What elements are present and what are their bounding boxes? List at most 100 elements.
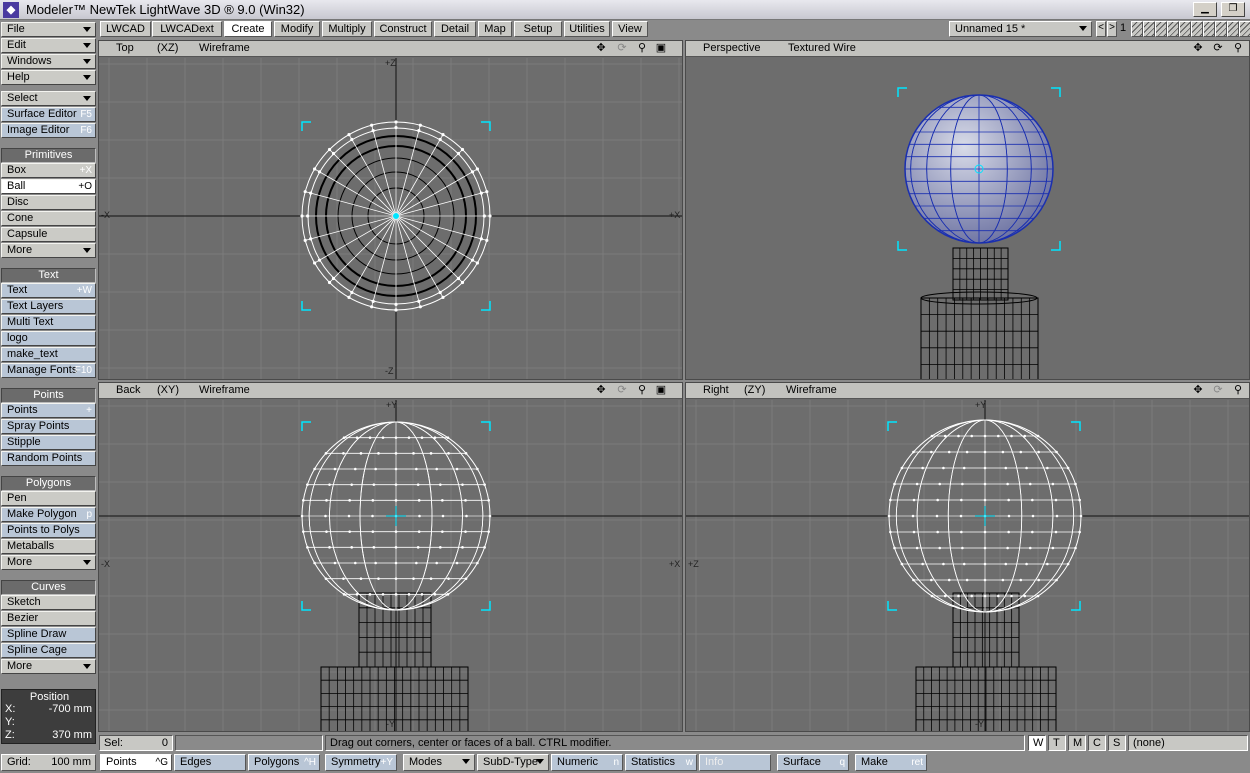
- box-button[interactable]: Box +X: [1, 163, 96, 178]
- view-type[interactable]: Top: [116, 42, 134, 55]
- menu-edit[interactable]: Edit: [1, 38, 96, 53]
- sketch-button[interactable]: Sketch: [1, 595, 96, 610]
- info-button[interactable]: Info: [699, 754, 771, 771]
- tab-view[interactable]: View: [612, 21, 648, 37]
- view-type[interactable]: Perspective: [703, 42, 760, 55]
- manage-fonts-button[interactable]: Manage Fonts F10: [1, 363, 96, 378]
- stipple-button[interactable]: Stipple: [1, 435, 96, 450]
- viewport-back[interactable]: Back (XY) Wireframe ✥ ⟳ ⚲ ▣ +Y -Y -X +X: [98, 382, 683, 732]
- points-button[interactable]: Points +: [1, 403, 96, 418]
- prev-layer-button[interactable]: <: [1096, 21, 1106, 37]
- mode-m-button[interactable]: M: [1068, 735, 1086, 751]
- viewport-perspective[interactable]: Perspective Textured Wire ✥ ⟳ ⚲: [685, 40, 1250, 380]
- edges-mode-button[interactable]: Edges: [174, 754, 246, 771]
- rotate-view-icon[interactable]: ⟳: [1211, 384, 1225, 397]
- maximize-view-icon[interactable]: ▣: [654, 42, 668, 55]
- rotate-view-icon[interactable]: ⟳: [1211, 42, 1225, 55]
- render-mode[interactable]: Textured Wire: [788, 42, 856, 55]
- view-type[interactable]: Back: [116, 384, 140, 397]
- points-mode-button[interactable]: Points ^G: [100, 754, 172, 771]
- view-axes[interactable]: (XY): [157, 384, 179, 397]
- move-view-icon[interactable]: ✥: [1191, 42, 1205, 55]
- mode-c-button[interactable]: C: [1088, 735, 1106, 751]
- logo-button[interactable]: logo: [1, 331, 96, 346]
- statistics-button[interactable]: Statistics w: [625, 754, 697, 771]
- spline-draw-button[interactable]: Spline Draw: [1, 627, 96, 642]
- view-type[interactable]: Right: [703, 384, 729, 397]
- layer-button[interactable]: [1167, 21, 1179, 37]
- tab-lwcadext[interactable]: LWCADext: [152, 21, 222, 37]
- layer-button[interactable]: [1191, 21, 1203, 37]
- layer-button[interactable]: [1179, 21, 1191, 37]
- rotate-view-icon[interactable]: ⟳: [615, 42, 629, 55]
- polygons-mode-button[interactable]: Polygons ^H: [248, 754, 320, 771]
- mode-s-button[interactable]: S: [1108, 735, 1126, 751]
- random-points-button[interactable]: Random Points: [1, 451, 96, 466]
- viewport-top[interactable]: Top (XZ) Wireframe ✥ ⟳ ⚲ ▣ +Z -Z -X +X: [98, 40, 683, 380]
- disc-button[interactable]: Disc: [1, 195, 96, 210]
- select-menu[interactable]: Select: [1, 91, 96, 106]
- zoom-view-icon[interactable]: ⚲: [1231, 384, 1245, 397]
- render-mode[interactable]: Wireframe: [199, 42, 250, 55]
- move-view-icon[interactable]: ✥: [1191, 384, 1205, 397]
- maximize-view-icon[interactable]: ▣: [654, 384, 668, 397]
- text-layers-button[interactable]: Text Layers: [1, 299, 96, 314]
- move-view-icon[interactable]: ✥: [594, 384, 608, 397]
- numeric-button[interactable]: Numeric n: [551, 754, 623, 771]
- subd-type-dropdown[interactable]: SubD-Type: [477, 754, 549, 771]
- symmetry-button[interactable]: Symmetry +Y: [325, 754, 397, 771]
- object-selector[interactable]: Unnamed 15 *: [949, 21, 1092, 37]
- viewport-right[interactable]: Right (ZY) Wireframe ✥ ⟳ ⚲ +Y -Y +Z: [685, 382, 1250, 732]
- minimize-button[interactable]: ▁: [1193, 2, 1217, 17]
- restore-button[interactable]: ❐: [1221, 2, 1245, 17]
- render-mode[interactable]: Wireframe: [786, 384, 837, 397]
- tab-detail[interactable]: Detail: [434, 21, 476, 37]
- layer-button[interactable]: [1239, 21, 1250, 37]
- view-axes[interactable]: (XZ): [157, 42, 178, 55]
- tab-create[interactable]: Create: [224, 21, 272, 37]
- image-editor-button[interactable]: Image Editor F6: [1, 123, 96, 138]
- primitives-more-button[interactable]: More: [1, 243, 96, 258]
- move-view-icon[interactable]: ✥: [594, 42, 608, 55]
- menu-help[interactable]: Help: [1, 70, 96, 85]
- text-button[interactable]: Text +W: [1, 283, 96, 298]
- layer-button[interactable]: [1203, 21, 1215, 37]
- tab-setup[interactable]: Setup: [514, 21, 562, 37]
- pen-button[interactable]: Pen: [1, 491, 96, 506]
- surface-editor-button[interactable]: Surface Editor F5: [1, 107, 96, 122]
- make-polygon-button[interactable]: Make Polygon p: [1, 507, 96, 522]
- multi-text-button[interactable]: Multi Text: [1, 315, 96, 330]
- polygons-more-button[interactable]: More: [1, 555, 96, 570]
- make-text-button[interactable]: make_text: [1, 347, 96, 362]
- tab-modify[interactable]: Modify: [274, 21, 320, 37]
- menu-windows[interactable]: Windows: [1, 54, 96, 69]
- rotate-view-icon[interactable]: ⟳: [615, 384, 629, 397]
- points-to-polys-button[interactable]: Points to Polys: [1, 523, 96, 538]
- bezier-button[interactable]: Bezier: [1, 611, 96, 626]
- curves-more-button[interactable]: More: [1, 659, 96, 674]
- layer-button[interactable]: [1227, 21, 1239, 37]
- modes-dropdown[interactable]: Modes: [403, 754, 475, 771]
- tab-multiply[interactable]: Multiply: [322, 21, 372, 37]
- spline-cage-button[interactable]: Spline Cage: [1, 643, 96, 658]
- layer-button[interactable]: [1143, 21, 1155, 37]
- surface-button[interactable]: Surface q: [777, 754, 849, 771]
- next-layer-button[interactable]: >: [1107, 21, 1117, 37]
- metaballs-button[interactable]: Metaballs: [1, 539, 96, 554]
- ball-button[interactable]: Ball +O: [1, 179, 96, 194]
- zoom-view-icon[interactable]: ⚲: [1231, 42, 1245, 55]
- mode-t-button[interactable]: T: [1048, 735, 1066, 751]
- spray-points-button[interactable]: Spray Points: [1, 419, 96, 434]
- tab-utilities[interactable]: Utilities: [564, 21, 610, 37]
- view-axes[interactable]: (ZY): [744, 384, 765, 397]
- zoom-view-icon[interactable]: ⚲: [635, 42, 649, 55]
- tab-map[interactable]: Map: [478, 21, 512, 37]
- layer-button[interactable]: [1155, 21, 1167, 37]
- tab-lwcad[interactable]: LWCAD: [100, 21, 151, 37]
- mode-w-button[interactable]: W: [1028, 735, 1046, 751]
- current-surface[interactable]: (none): [1128, 735, 1248, 751]
- layer-button[interactable]: [1131, 21, 1143, 37]
- menu-file[interactable]: File: [1, 22, 96, 37]
- zoom-view-icon[interactable]: ⚲: [635, 384, 649, 397]
- layer-button[interactable]: [1215, 21, 1227, 37]
